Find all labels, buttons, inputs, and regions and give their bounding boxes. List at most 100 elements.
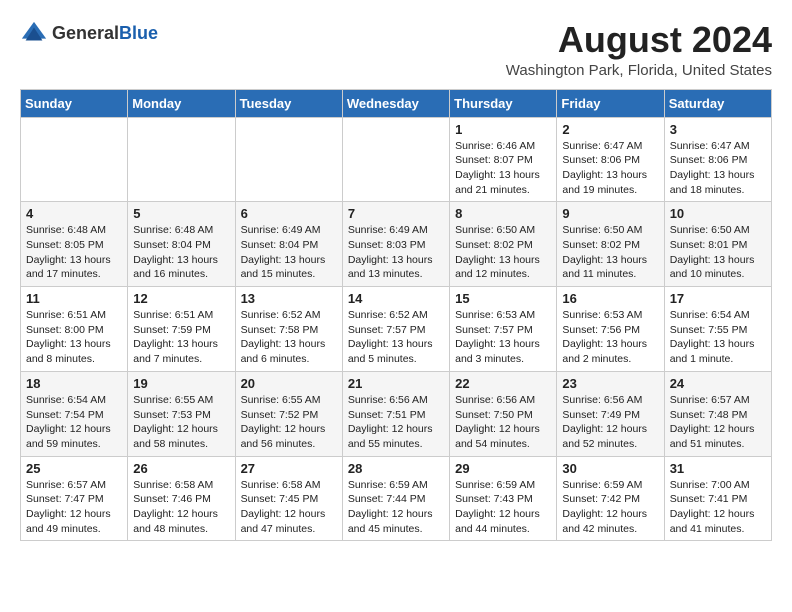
calendar-cell: 15 Sunrise: 6:53 AM Sunset: 7:57 PM Dayli… xyxy=(450,287,557,372)
logo-blue: Blue xyxy=(119,23,158,43)
day-number: 8 xyxy=(455,206,551,221)
day-info: Sunrise: 6:48 AM Sunset: 8:05 PM Dayligh… xyxy=(26,223,122,282)
column-header-sunday: Sunday xyxy=(21,89,128,117)
calendar-cell: 25 Sunrise: 6:57 AM Sunset: 7:47 PM Dayli… xyxy=(21,456,128,541)
calendar-cell: 22 Sunrise: 6:56 AM Sunset: 7:50 PM Dayli… xyxy=(450,371,557,456)
calendar-week-row: 25 Sunrise: 6:57 AM Sunset: 7:47 PM Dayli… xyxy=(21,456,772,541)
day-info: Sunrise: 6:58 AM Sunset: 7:45 PM Dayligh… xyxy=(241,478,337,537)
day-number: 4 xyxy=(26,206,122,221)
day-info: Sunrise: 6:58 AM Sunset: 7:46 PM Dayligh… xyxy=(133,478,229,537)
day-number: 28 xyxy=(348,461,444,476)
calendar-header-row: SundayMondayTuesdayWednesdayThursdayFrid… xyxy=(21,89,772,117)
day-info: Sunrise: 6:51 AM Sunset: 8:00 PM Dayligh… xyxy=(26,308,122,367)
calendar-cell: 30Sunrise: 6:59 AM Sunset: 7:42 PM Dayli… xyxy=(557,456,664,541)
day-number: 11 xyxy=(26,291,122,306)
day-number: 17 xyxy=(670,291,766,306)
day-info: Sunrise: 6:48 AM Sunset: 8:04 PM Dayligh… xyxy=(133,223,229,282)
day-number: 15 xyxy=(455,291,551,306)
title-area: August 2024 Washington Park, Florida, Un… xyxy=(506,20,772,79)
day-number: 12 xyxy=(133,291,229,306)
day-info: Sunrise: 6:56 AM Sunset: 7:50 PM Dayligh… xyxy=(455,393,551,452)
calendar-cell: 2 Sunrise: 6:47 AM Sunset: 8:06 PM Daylig… xyxy=(557,117,664,202)
day-info: Sunrise: 6:53 AM Sunset: 7:57 PM Dayligh… xyxy=(455,308,551,367)
day-number: 18 xyxy=(26,376,122,391)
day-info: Sunrise: 6:54 AM Sunset: 7:55 PM Dayligh… xyxy=(670,308,766,367)
header: GeneralBlue August 2024 Washington Park,… xyxy=(20,20,772,79)
calendar-cell: 29Sunrise: 6:59 AM Sunset: 7:43 PM Dayli… xyxy=(450,456,557,541)
day-info: Sunrise: 6:52 AM Sunset: 7:58 PM Dayligh… xyxy=(241,308,337,367)
day-info: Sunrise: 6:46 AM Sunset: 8:07 PM Dayligh… xyxy=(455,139,551,198)
day-number: 2 xyxy=(562,122,658,137)
day-info: Sunrise: 6:49 AM Sunset: 8:03 PM Dayligh… xyxy=(348,223,444,282)
day-info: Sunrise: 6:54 AM Sunset: 7:54 PM Dayligh… xyxy=(26,393,122,452)
column-header-friday: Friday xyxy=(557,89,664,117)
day-number: 30 xyxy=(562,461,658,476)
calendar-week-row: 1 Sunrise: 6:46 AM Sunset: 8:07 PM Daylig… xyxy=(21,117,772,202)
calendar-week-row: 11 Sunrise: 6:51 AM Sunset: 8:00 PM Dayli… xyxy=(21,287,772,372)
calendar-cell: 31Sunrise: 7:00 AM Sunset: 7:41 PM Dayli… xyxy=(664,456,771,541)
day-number: 27 xyxy=(241,461,337,476)
day-info: Sunrise: 6:47 AM Sunset: 8:06 PM Dayligh… xyxy=(562,139,658,198)
column-header-saturday: Saturday xyxy=(664,89,771,117)
column-header-monday: Monday xyxy=(128,89,235,117)
calendar-cell: 14Sunrise: 6:52 AM Sunset: 7:57 PM Dayli… xyxy=(342,287,449,372)
day-number: 31 xyxy=(670,461,766,476)
day-info: Sunrise: 6:56 AM Sunset: 7:51 PM Dayligh… xyxy=(348,393,444,452)
calendar-cell xyxy=(342,117,449,202)
day-info: Sunrise: 6:51 AM Sunset: 7:59 PM Dayligh… xyxy=(133,308,229,367)
day-number: 5 xyxy=(133,206,229,221)
day-number: 24 xyxy=(670,376,766,391)
logo-icon xyxy=(20,20,48,48)
day-info: Sunrise: 6:53 AM Sunset: 7:56 PM Dayligh… xyxy=(562,308,658,367)
day-info: Sunrise: 6:59 AM Sunset: 7:44 PM Dayligh… xyxy=(348,478,444,537)
calendar-cell: 16 Sunrise: 6:53 AM Sunset: 7:56 PM Dayli… xyxy=(557,287,664,372)
day-info: Sunrise: 6:57 AM Sunset: 7:48 PM Dayligh… xyxy=(670,393,766,452)
column-header-wednesday: Wednesday xyxy=(342,89,449,117)
column-header-thursday: Thursday xyxy=(450,89,557,117)
logo-general: General xyxy=(52,23,119,43)
day-number: 25 xyxy=(26,461,122,476)
calendar-cell: 11 Sunrise: 6:51 AM Sunset: 8:00 PM Dayli… xyxy=(21,287,128,372)
calendar-cell xyxy=(128,117,235,202)
day-info: Sunrise: 6:56 AM Sunset: 7:49 PM Dayligh… xyxy=(562,393,658,452)
day-number: 26 xyxy=(133,461,229,476)
day-info: Sunrise: 6:57 AM Sunset: 7:47 PM Dayligh… xyxy=(26,478,122,537)
day-number: 1 xyxy=(455,122,551,137)
day-info: Sunrise: 6:55 AM Sunset: 7:53 PM Dayligh… xyxy=(133,393,229,452)
day-info: Sunrise: 6:50 AM Sunset: 8:01 PM Dayligh… xyxy=(670,223,766,282)
day-number: 16 xyxy=(562,291,658,306)
calendar-cell xyxy=(21,117,128,202)
location: Washington Park, Florida, United States xyxy=(506,62,772,79)
day-number: 14 xyxy=(348,291,444,306)
day-number: 3 xyxy=(670,122,766,137)
calendar-cell: 8 Sunrise: 6:50 AM Sunset: 8:02 PM Daylig… xyxy=(450,202,557,287)
calendar-table: SundayMondayTuesdayWednesdayThursdayFrid… xyxy=(20,89,772,542)
day-number: 13 xyxy=(241,291,337,306)
day-info: Sunrise: 6:50 AM Sunset: 8:02 PM Dayligh… xyxy=(562,223,658,282)
calendar-cell: 9 Sunrise: 6:50 AM Sunset: 8:02 PM Daylig… xyxy=(557,202,664,287)
calendar-week-row: 18 Sunrise: 6:54 AM Sunset: 7:54 PM Dayli… xyxy=(21,371,772,456)
day-number: 6 xyxy=(241,206,337,221)
calendar-cell: 18 Sunrise: 6:54 AM Sunset: 7:54 PM Dayli… xyxy=(21,371,128,456)
calendar-cell: 19Sunrise: 6:55 AM Sunset: 7:53 PM Dayli… xyxy=(128,371,235,456)
day-number: 7 xyxy=(348,206,444,221)
calendar-week-row: 4 Sunrise: 6:48 AM Sunset: 8:05 PM Daylig… xyxy=(21,202,772,287)
day-number: 29 xyxy=(455,461,551,476)
calendar-cell: 24 Sunrise: 6:57 AM Sunset: 7:48 PM Dayli… xyxy=(664,371,771,456)
calendar-cell: 27 Sunrise: 6:58 AM Sunset: 7:45 PM Dayli… xyxy=(235,456,342,541)
day-number: 10 xyxy=(670,206,766,221)
day-number: 20 xyxy=(241,376,337,391)
day-number: 9 xyxy=(562,206,658,221)
calendar-cell: 1 Sunrise: 6:46 AM Sunset: 8:07 PM Daylig… xyxy=(450,117,557,202)
calendar-cell: 6Sunrise: 6:49 AM Sunset: 8:04 PM Daylig… xyxy=(235,202,342,287)
calendar-cell: 28 Sunrise: 6:59 AM Sunset: 7:44 PM Dayli… xyxy=(342,456,449,541)
day-number: 23 xyxy=(562,376,658,391)
day-number: 21 xyxy=(348,376,444,391)
column-header-tuesday: Tuesday xyxy=(235,89,342,117)
calendar-cell: 12 Sunrise: 6:51 AM Sunset: 7:59 PM Dayli… xyxy=(128,287,235,372)
calendar-cell: 20Sunrise: 6:55 AM Sunset: 7:52 PM Dayli… xyxy=(235,371,342,456)
day-number: 22 xyxy=(455,376,551,391)
month-year: August 2024 xyxy=(506,20,772,60)
day-info: Sunrise: 6:50 AM Sunset: 8:02 PM Dayligh… xyxy=(455,223,551,282)
calendar-cell: 21 Sunrise: 6:56 AM Sunset: 7:51 PM Dayli… xyxy=(342,371,449,456)
